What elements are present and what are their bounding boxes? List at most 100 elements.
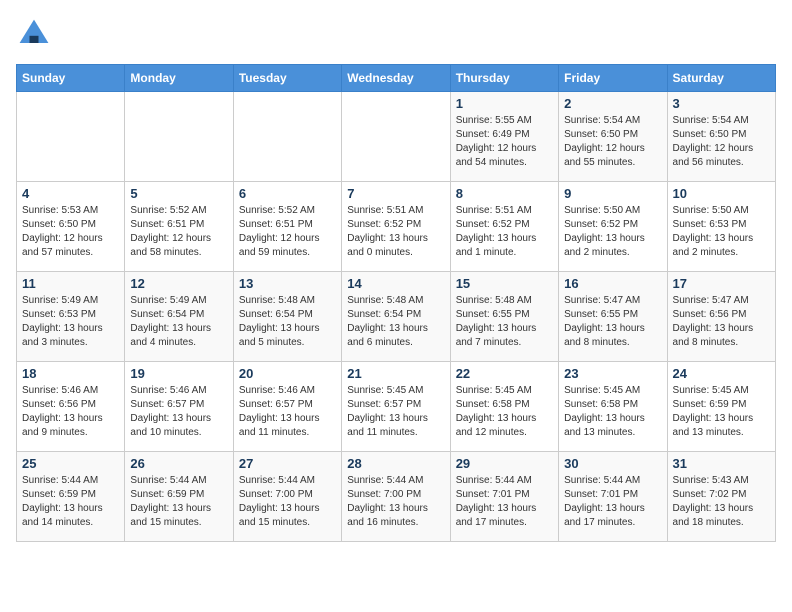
day-number: 1 [456,96,553,111]
table-cell [17,92,125,182]
day-info: Sunrise: 5:45 AM Sunset: 6:57 PM Dayligh… [347,384,444,440]
day-info: Sunrise: 5:49 AM Sunset: 6:54 PM Dayligh… [130,294,227,350]
table-cell: 23 Sunrise: 5:45 AM Sunset: 6:58 PM Dayli… [559,362,667,452]
day-number: 21 [347,366,444,381]
table-cell: 2 Sunrise: 5:54 AM Sunset: 6:50 PM Daylig… [559,92,667,182]
weekday-header-friday: Friday [559,65,667,92]
table-cell: 21 Sunrise: 5:45 AM Sunset: 6:57 PM Dayli… [342,362,450,452]
table-cell: 4Sunrise: 5:53 AM Sunset: 6:50 PM Daylig… [17,182,125,272]
table-cell: 6 Sunrise: 5:52 AM Sunset: 6:51 PM Daylig… [233,182,341,272]
table-cell: 5Sunrise: 5:52 AM Sunset: 6:51 PM Daylig… [125,182,233,272]
day-info: Sunrise: 5:52 AM Sunset: 6:51 PM Dayligh… [130,204,227,260]
day-info: Sunrise: 5:48 AM Sunset: 6:54 PM Dayligh… [239,294,336,350]
day-info: Sunrise: 5:45 AM Sunset: 6:58 PM Dayligh… [564,384,661,440]
logo [16,16,56,52]
day-number: 14 [347,276,444,291]
day-info: Sunrise: 5:45 AM Sunset: 6:59 PM Dayligh… [673,384,770,440]
week-row-3: 11 Sunrise: 5:49 AM Sunset: 6:53 PM Dayli… [17,272,776,362]
day-number: 10 [673,186,770,201]
table-cell: 26 Sunrise: 5:44 AM Sunset: 6:59 PM Dayli… [125,452,233,542]
day-number: 26 [130,456,227,471]
table-cell: 9 Sunrise: 5:50 AM Sunset: 6:52 PM Daylig… [559,182,667,272]
day-number: 28 [347,456,444,471]
day-info: Sunrise: 5:44 AM Sunset: 7:01 PM Dayligh… [456,474,553,530]
day-number: 6 [239,186,336,201]
weekday-header-tuesday: Tuesday [233,65,341,92]
table-cell: 19Sunrise: 5:46 AM Sunset: 6:57 PM Dayli… [125,362,233,452]
table-cell: 7Sunrise: 5:51 AM Sunset: 6:52 PM Daylig… [342,182,450,272]
table-cell: 20Sunrise: 5:46 AM Sunset: 6:57 PM Dayli… [233,362,341,452]
day-number: 15 [456,276,553,291]
table-cell: 8 Sunrise: 5:51 AM Sunset: 6:52 PM Daylig… [450,182,558,272]
day-number: 20 [239,366,336,381]
day-info: Sunrise: 5:43 AM Sunset: 7:02 PM Dayligh… [673,474,770,530]
day-info: Sunrise: 5:55 AM Sunset: 6:49 PM Dayligh… [456,114,553,170]
logo-icon [16,16,52,52]
table-cell: 27 Sunrise: 5:44 AM Sunset: 7:00 PM Dayli… [233,452,341,542]
day-number: 7 [347,186,444,201]
weekday-header-sunday: Sunday [17,65,125,92]
table-cell: 12 Sunrise: 5:49 AM Sunset: 6:54 PM Dayli… [125,272,233,362]
table-cell: 11 Sunrise: 5:49 AM Sunset: 6:53 PM Dayli… [17,272,125,362]
day-info: Sunrise: 5:44 AM Sunset: 7:00 PM Dayligh… [347,474,444,530]
day-info: Sunrise: 5:44 AM Sunset: 6:59 PM Dayligh… [130,474,227,530]
table-cell: 17Sunrise: 5:47 AM Sunset: 6:56 PM Dayli… [667,272,775,362]
table-cell: 13 Sunrise: 5:48 AM Sunset: 6:54 PM Dayli… [233,272,341,362]
week-row-4: 18 Sunrise: 5:46 AM Sunset: 6:56 PM Dayli… [17,362,776,452]
table-cell: 14 Sunrise: 5:48 AM Sunset: 6:54 PM Dayli… [342,272,450,362]
day-info: Sunrise: 5:52 AM Sunset: 6:51 PM Dayligh… [239,204,336,260]
day-number: 2 [564,96,661,111]
day-info: Sunrise: 5:54 AM Sunset: 6:50 PM Dayligh… [564,114,661,170]
day-info: Sunrise: 5:45 AM Sunset: 6:58 PM Dayligh… [456,384,553,440]
day-info: Sunrise: 5:54 AM Sunset: 6:50 PM Dayligh… [673,114,770,170]
table-cell: 29Sunrise: 5:44 AM Sunset: 7:01 PM Dayli… [450,452,558,542]
week-row-5: 25Sunrise: 5:44 AM Sunset: 6:59 PM Dayli… [17,452,776,542]
day-info: Sunrise: 5:49 AM Sunset: 6:53 PM Dayligh… [22,294,119,350]
day-number: 23 [564,366,661,381]
table-cell: 30 Sunrise: 5:44 AM Sunset: 7:01 PM Dayli… [559,452,667,542]
day-number: 11 [22,276,119,291]
weekday-header-wednesday: Wednesday [342,65,450,92]
table-cell: 25Sunrise: 5:44 AM Sunset: 6:59 PM Dayli… [17,452,125,542]
day-number: 24 [673,366,770,381]
day-info: Sunrise: 5:47 AM Sunset: 6:55 PM Dayligh… [564,294,661,350]
day-number: 30 [564,456,661,471]
table-cell [342,92,450,182]
weekday-header-saturday: Saturday [667,65,775,92]
table-cell: 16 Sunrise: 5:47 AM Sunset: 6:55 PM Dayli… [559,272,667,362]
day-info: Sunrise: 5:48 AM Sunset: 6:55 PM Dayligh… [456,294,553,350]
table-cell: 10 Sunrise: 5:50 AM Sunset: 6:53 PM Dayli… [667,182,775,272]
day-number: 27 [239,456,336,471]
page-header [16,16,776,52]
table-cell: 3 Sunrise: 5:54 AM Sunset: 6:50 PM Daylig… [667,92,775,182]
table-cell: 22Sunrise: 5:45 AM Sunset: 6:58 PM Dayli… [450,362,558,452]
table-cell: 24 Sunrise: 5:45 AM Sunset: 6:59 PM Dayli… [667,362,775,452]
weekday-header-thursday: Thursday [450,65,558,92]
day-number: 17 [673,276,770,291]
day-number: 3 [673,96,770,111]
day-info: Sunrise: 5:51 AM Sunset: 6:52 PM Dayligh… [456,204,553,260]
day-info: Sunrise: 5:50 AM Sunset: 6:52 PM Dayligh… [564,204,661,260]
day-info: Sunrise: 5:44 AM Sunset: 7:00 PM Dayligh… [239,474,336,530]
day-number: 9 [564,186,661,201]
table-cell: 18 Sunrise: 5:46 AM Sunset: 6:56 PM Dayli… [17,362,125,452]
weekday-header-row: SundayMondayTuesdayWednesdayThursdayFrid… [17,65,776,92]
table-cell [125,92,233,182]
day-number: 13 [239,276,336,291]
day-info: Sunrise: 5:44 AM Sunset: 6:59 PM Dayligh… [22,474,119,530]
day-number: 18 [22,366,119,381]
day-number: 19 [130,366,227,381]
day-info: Sunrise: 5:46 AM Sunset: 6:56 PM Dayligh… [22,384,119,440]
table-cell: 31Sunrise: 5:43 AM Sunset: 7:02 PM Dayli… [667,452,775,542]
day-info: Sunrise: 5:48 AM Sunset: 6:54 PM Dayligh… [347,294,444,350]
table-cell: 28 Sunrise: 5:44 AM Sunset: 7:00 PM Dayli… [342,452,450,542]
day-number: 12 [130,276,227,291]
day-info: Sunrise: 5:50 AM Sunset: 6:53 PM Dayligh… [673,204,770,260]
weekday-header-monday: Monday [125,65,233,92]
day-number: 16 [564,276,661,291]
day-number: 8 [456,186,553,201]
table-cell: 1 Sunrise: 5:55 AM Sunset: 6:49 PM Daylig… [450,92,558,182]
week-row-2: 4Sunrise: 5:53 AM Sunset: 6:50 PM Daylig… [17,182,776,272]
day-info: Sunrise: 5:44 AM Sunset: 7:01 PM Dayligh… [564,474,661,530]
table-cell [233,92,341,182]
